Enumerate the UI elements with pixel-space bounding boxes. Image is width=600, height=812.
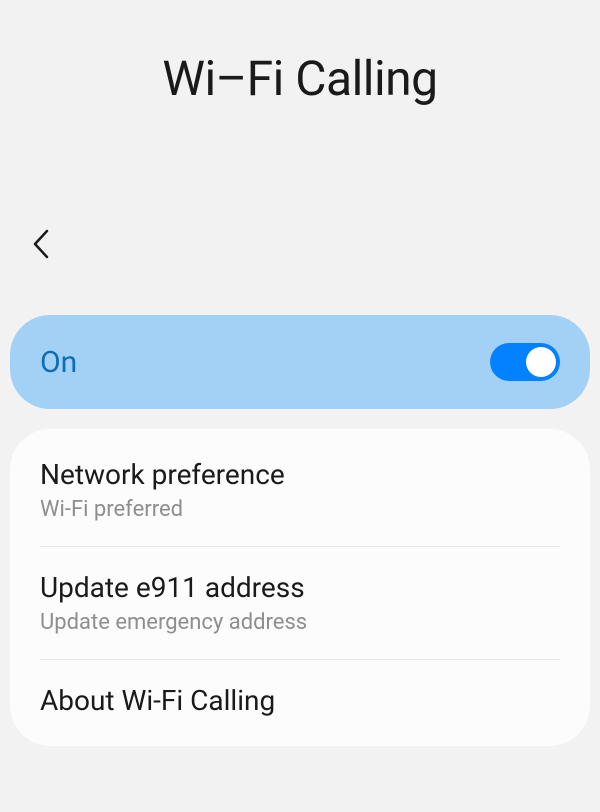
back-button[interactable] <box>0 217 82 315</box>
header: Wi–Fi Calling <box>0 0 600 217</box>
toggle-switch[interactable] <box>490 343 560 381</box>
settings-item-subtitle: Wi-Fi preferred <box>40 497 560 522</box>
settings-item-network-preference[interactable]: Network preference Wi-Fi preferred <box>10 434 590 546</box>
page-title: Wi–Fi Calling <box>0 50 600 107</box>
settings-item-update-e911[interactable]: Update e911 address Update emergency add… <box>10 547 590 659</box>
settings-item-title: Network preference <box>40 458 560 491</box>
settings-item-about[interactable]: About Wi-Fi Calling <box>10 660 590 741</box>
settings-item-title: Update e911 address <box>40 571 560 604</box>
settings-card: Network preference Wi-Fi preferred Updat… <box>10 429 590 746</box>
settings-item-title: About Wi-Fi Calling <box>40 684 560 717</box>
toggle-label: On <box>40 345 77 380</box>
master-toggle-card[interactable]: On <box>10 315 590 409</box>
toggle-knob <box>526 347 556 377</box>
settings-item-subtitle: Update emergency address <box>40 610 560 635</box>
chevron-left-icon <box>30 227 52 261</box>
